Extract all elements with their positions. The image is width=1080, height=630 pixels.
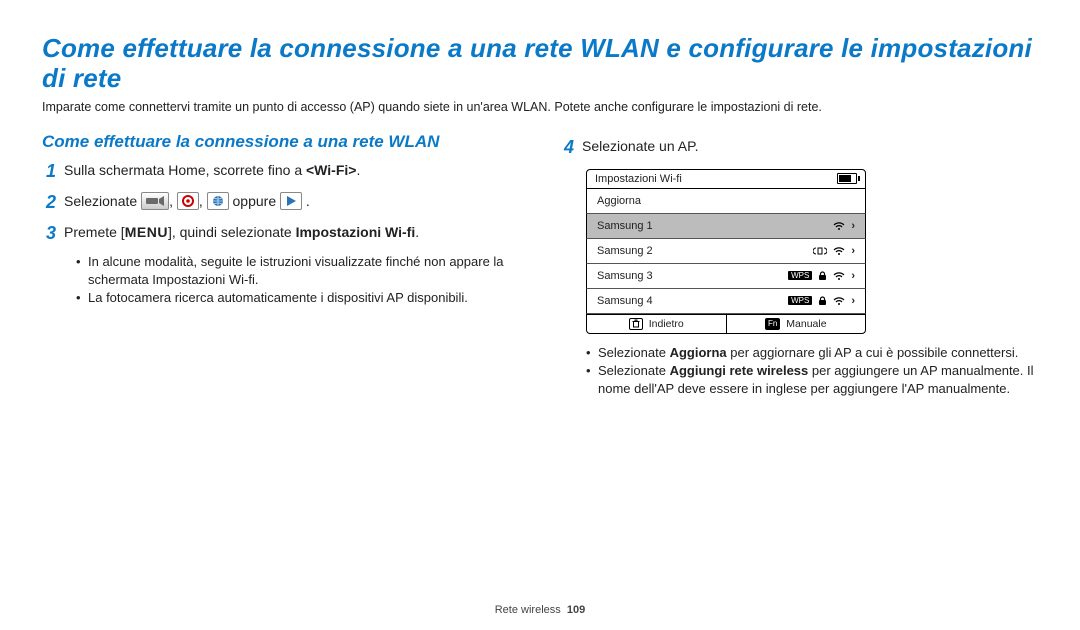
chevron-right-icon: › [851,220,855,232]
ap-row[interactable]: Samsung 1 › [586,214,866,239]
menu-button-label: MENU [125,224,168,240]
wifi-icon [833,270,845,282]
adhoc-icon [813,245,827,257]
step-1: 1 Sulla schermata Home, scorrete fino a … [42,160,520,187]
step-4-subnotes: Selezionate Aggiorna per aggiornare gli … [586,344,1038,399]
wifi-icon [833,295,845,307]
wifi-settings-literal: Impostazioni Wi-fi [296,224,416,240]
list-item: La fotocamera ricerca automaticamente i … [76,289,520,307]
ap-label: Aggiorna [597,195,641,207]
ap-label: Samsung 1 [597,220,653,232]
ap-row[interactable]: Samsung 3 WPS › [586,264,866,289]
step-number: 3 [42,220,56,247]
ap-row-refresh[interactable]: Aggiorna [586,189,866,214]
chevron-right-icon: › [851,270,855,282]
ap-label: Samsung 2 [597,245,653,257]
step-4: 4 Selezionate un AP. [560,136,1038,163]
wifi-icon [833,245,845,257]
screen-title: Impostazioni Wi-fi [595,173,682,185]
step-number: 1 [42,158,56,185]
step-text: oppure [233,193,280,209]
camera-screen: Impostazioni Wi-fi Aggiorna Samsung 1 › … [586,169,866,334]
remote-viewfinder-icon [141,192,169,210]
page-footer: Rete wireless 109 [0,604,1080,616]
auto-backup-icon [177,192,199,210]
step-text: Selezionate un AP. [582,136,1038,163]
step-3-subnotes: In alcune modalità, seguite le istruzion… [76,253,520,308]
step-number: 4 [560,134,574,161]
list-item: Selezionate Aggiorna per aggiornare gli … [586,344,1038,362]
ap-label: Samsung 4 [597,295,653,307]
chevron-right-icon: › [851,245,855,257]
cloud-icon [207,192,229,210]
list-item: Selezionate Aggiungi rete wireless per a… [586,362,1038,398]
screen-manual-label: Manuale [786,318,826,330]
step-text: Sulla schermata Home, scorrete fino a [64,162,306,178]
wps-icon: WPS [788,296,812,305]
ap-label: Samsung 3 [597,270,653,282]
intro-text: Imparate come connettervi tramite un pun… [42,100,1038,114]
wifi-icon [833,220,845,232]
samsung-link-icon [280,192,302,210]
footer-page-number: 109 [567,604,585,616]
screen-back-label: Indietro [649,318,684,330]
wifi-literal: <Wi-Fi> [306,162,356,178]
trash-icon [629,318,643,330]
page-title: Come effettuare la connessione a una ret… [42,34,1038,94]
screen-back-button[interactable]: Indietro [587,315,726,333]
step-number: 2 [42,189,56,216]
wps-icon: WPS [788,271,812,280]
lock-icon [818,295,827,307]
ap-row[interactable]: Samsung 4 WPS › [586,289,866,314]
battery-icon [837,173,857,184]
step-text: Selezionate [64,193,141,209]
screen-manual-button[interactable]: Fn Manuale [726,315,866,333]
ap-row[interactable]: Samsung 2 › [586,239,866,264]
chevron-right-icon: › [851,295,855,307]
list-item: In alcune modalità, seguite le istruzion… [76,253,520,289]
step-2: 2 Selezionate , , oppure . [42,191,520,218]
section-title: Come effettuare la connessione a una ret… [42,132,520,152]
footer-section: Rete wireless [495,604,561,616]
fn-icon: Fn [765,318,780,330]
step-3: 3 Premete [MENU], quindi selezionate Imp… [42,222,520,249]
lock-icon [818,270,827,282]
